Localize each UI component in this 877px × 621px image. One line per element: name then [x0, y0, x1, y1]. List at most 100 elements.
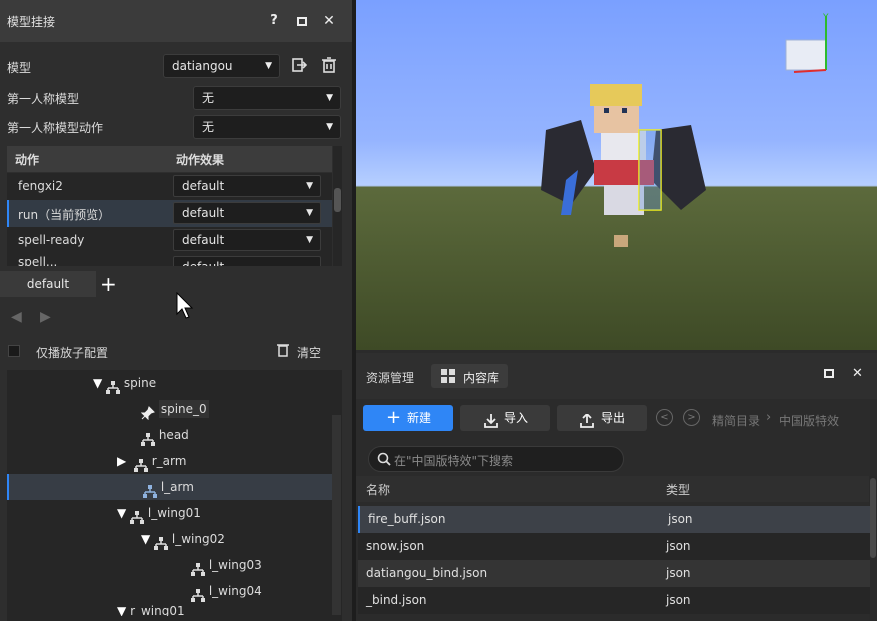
- effect-value: default: [182, 260, 224, 266]
- action-name: run（当前预览）: [18, 208, 111, 222]
- character-preview: Y: [541, 13, 829, 247]
- export-link-icon[interactable]: [291, 57, 308, 73]
- model-select[interactable]: datiangou ▼: [163, 54, 280, 78]
- tree-node-r-wing01[interactable]: ▼ r_wing01: [7, 604, 332, 616]
- effect-value: default: [182, 206, 225, 220]
- file-scrollbar-thumb[interactable]: [870, 478, 876, 558]
- table-row[interactable]: fire_buff.json json: [358, 506, 870, 533]
- file-name: snow.json: [366, 539, 425, 553]
- chevron-down-icon[interactable]: ▼: [117, 506, 126, 520]
- tree-node-r-arm[interactable]: ▶ r_arm: [7, 448, 332, 474]
- only-particles-checkbox[interactable]: [8, 345, 20, 357]
- trash-icon[interactable]: [321, 57, 337, 73]
- table-scrollbar-thumb[interactable]: [334, 188, 341, 212]
- fp-action-label: 第一人称模型动作: [7, 121, 104, 135]
- tree-list: ▼ spine spine_0 head ▶ r_arm l_arm ▼ l_w…: [7, 370, 332, 616]
- search-placeholder: 在"中国版特效"下搜索: [394, 454, 514, 468]
- table-row[interactable]: snow.json json: [358, 533, 870, 560]
- import-button[interactable]: 导入: [460, 405, 550, 431]
- clear-button[interactable]: 清空: [297, 344, 321, 361]
- table-row[interactable]: run（当前预览） default ▼: [7, 200, 332, 227]
- trash-icon[interactable]: [276, 343, 290, 357]
- maximize-icon[interactable]: [293, 12, 311, 30]
- tree-node-l-wing02[interactable]: ▼ l_wing02: [7, 526, 332, 552]
- file-name: fire_buff.json: [368, 512, 446, 526]
- file-type: json: [668, 512, 693, 526]
- bone-icon: [143, 481, 157, 498]
- fp-action-select[interactable]: 无 ▼: [193, 115, 341, 139]
- tree-node-l-wing03[interactable]: l_wing03: [7, 552, 332, 578]
- chevron-down-icon: ▼: [326, 122, 333, 132]
- file-table-header: [356, 476, 870, 502]
- chevron-down-icon[interactable]: ▼: [117, 604, 126, 616]
- import-icon: [484, 411, 498, 437]
- bone-icon: [154, 533, 169, 550]
- prev-arrow-icon[interactable]: ◀: [11, 309, 22, 325]
- only-particles-label: 仅播放子配置: [36, 346, 109, 360]
- chevron-down-icon: ▼: [265, 61, 272, 71]
- tree-node-l-wing01[interactable]: ▼ l_wing01: [7, 500, 332, 526]
- file-type: json: [666, 593, 691, 607]
- table-row[interactable]: _bind.json json: [358, 587, 870, 614]
- tab-content-library[interactable]: 内容库: [431, 364, 508, 388]
- effect-select[interactable]: default ▼: [173, 229, 321, 251]
- bone-icon: [106, 377, 121, 394]
- close-icon[interactable]: ✕: [852, 366, 863, 381]
- table-row[interactable]: datiangou_bind.json json: [358, 560, 870, 587]
- new-button[interactable]: + 新建: [363, 405, 453, 431]
- tree-node-head[interactable]: head: [7, 422, 332, 448]
- fp-model-select[interactable]: 无 ▼: [193, 86, 341, 110]
- tab-default[interactable]: default: [0, 271, 96, 297]
- fp-action-value: 无: [202, 120, 215, 134]
- close-icon[interactable]: ✕: [320, 12, 338, 30]
- tree-scrollbar[interactable]: [332, 415, 341, 615]
- file-type: json: [666, 566, 691, 580]
- help-icon[interactable]: ?: [265, 12, 283, 30]
- new-button-label: 新建: [407, 411, 432, 425]
- search-icon: [377, 452, 391, 469]
- file-name: _bind.json: [366, 593, 427, 607]
- chevron-right-icon[interactable]: ▶: [117, 454, 126, 468]
- tree-node-spine[interactable]: ▼ spine: [7, 370, 332, 396]
- back-nav-icon[interactable]: <: [656, 409, 673, 426]
- tree-node-l-arm[interactable]: l_arm: [7, 474, 332, 500]
- file-name: datiangou_bind.json: [366, 566, 488, 580]
- table-row[interactable]: spell-ready default ▼: [7, 227, 332, 254]
- effect-select[interactable]: default: [173, 256, 321, 266]
- breadcrumb-current[interactable]: 中国版特效: [779, 412, 839, 429]
- grid-icon: [441, 369, 455, 386]
- effect-select[interactable]: default ▼: [173, 175, 321, 197]
- tree-node-label: l_wing03: [208, 558, 262, 572]
- game-viewport[interactable]: Y: [356, 0, 877, 350]
- tab-resource-manager[interactable]: 资源管理: [366, 369, 414, 386]
- bone-icon: [191, 585, 205, 602]
- row-indicator: [7, 200, 9, 227]
- tree-node-label: spine_0: [158, 400, 209, 418]
- fp-model-value: 无: [202, 91, 215, 105]
- tree-node-l-wing04[interactable]: l_wing04: [7, 578, 332, 604]
- next-arrow-icon[interactable]: ▶: [40, 309, 51, 325]
- tree-node-spine-0[interactable]: spine_0: [7, 396, 332, 422]
- table-row[interactable]: spell... default: [7, 254, 332, 266]
- search-input[interactable]: 在"中国版特效"下搜索: [368, 446, 624, 472]
- svg-text:Y: Y: [822, 13, 829, 23]
- forward-nav-icon[interactable]: >: [683, 409, 700, 426]
- tree-node-label: l_wing02: [171, 532, 225, 546]
- table-row[interactable]: fengxi2 default ▼: [7, 173, 332, 200]
- export-button[interactable]: 导出: [557, 405, 647, 431]
- pin-icon: [140, 403, 155, 420]
- bone-icon: [133, 455, 148, 472]
- effect-select[interactable]: default ▼: [173, 202, 321, 224]
- export-button-label: 导出: [601, 411, 626, 425]
- col-type: 类型: [666, 483, 691, 497]
- chevron-down-icon: ▼: [326, 93, 333, 103]
- chevron-down-icon[interactable]: ▼: [93, 376, 102, 390]
- tree-node-label: head: [158, 428, 189, 442]
- panel-title: 模型挂接: [7, 15, 56, 29]
- add-tab-icon[interactable]: +: [100, 272, 117, 296]
- breadcrumb-root[interactable]: 精简目录: [712, 412, 760, 429]
- chevron-down-icon[interactable]: ▼: [141, 532, 150, 546]
- col-effect: 动作效果: [176, 153, 225, 167]
- maximize-icon[interactable]: [824, 369, 834, 378]
- chevron-right-icon: ›: [766, 410, 772, 425]
